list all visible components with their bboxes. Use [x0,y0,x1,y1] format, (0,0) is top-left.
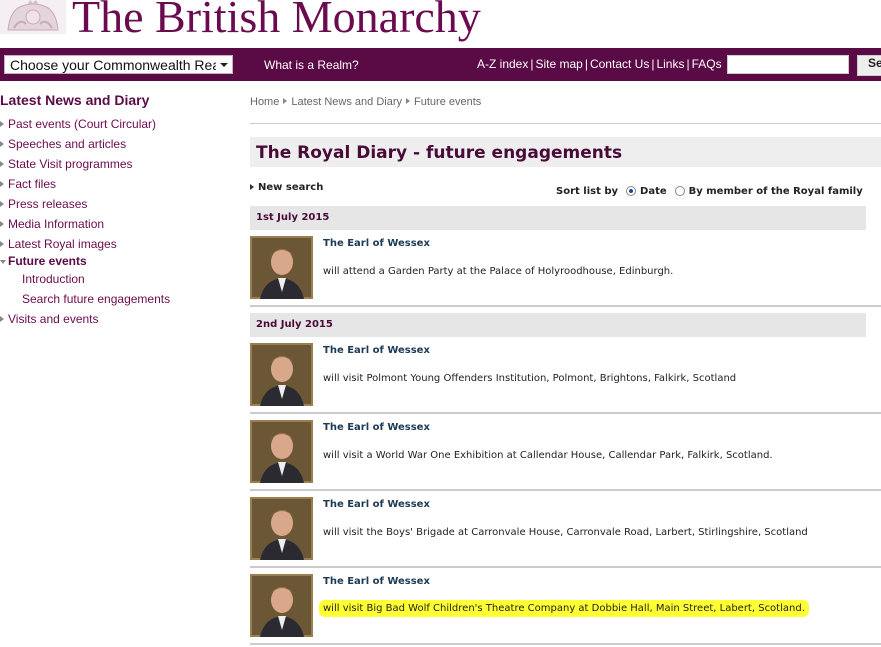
sidebar-title[interactable]: Latest News and Diary [0,92,230,110]
date-header: 2nd July 2015 [250,313,866,337]
triangle-right-icon [0,161,4,167]
sort-member-label[interactable]: By member of the Royal family [689,186,863,197]
sort-controls: Sort list by Date By member of the Royal f… [556,186,863,197]
sidebar-item-label: Past events (Court Circular) [8,117,157,131]
sidebar-item-label: Fact files [8,177,57,191]
portrait-thumbnail[interactable] [250,236,313,299]
sidebar-item-label: Speeches and articles [8,137,127,151]
portrait-thumbnail[interactable] [250,343,313,406]
date-label: 2nd July 2015 [256,319,333,330]
sidebar-item-visits-events[interactable]: Visits and events [0,309,230,329]
chevron-down-icon[interactable] [216,56,232,73]
site-map-link[interactable]: Site map [535,57,582,71]
sidebar-item-label: State Visit programmes [8,157,133,171]
sidebar-subitem-search-future[interactable]: Search future engagements [0,289,230,309]
divider [250,643,881,645]
sidebar-item-label: Latest Royal images [8,237,117,251]
sidebar-item-speeches[interactable]: Speeches and articles [0,134,230,154]
breadcrumb-news-diary[interactable]: Latest News and Diary [291,96,402,108]
sidebar-item-label: Press releases [8,197,88,211]
royal-member-name[interactable]: The Earl of Wessex [323,576,430,587]
portrait-thumbnail[interactable] [250,574,313,637]
sidebar: Latest News and Diary Past events (Court… [0,92,230,329]
contact-us-link[interactable]: Contact Us [590,57,649,71]
triangle-right-icon [0,241,4,247]
triangle-right-icon [0,181,4,187]
site-title[interactable]: The British Monarchy [72,0,481,43]
links-link[interactable]: Links [656,57,684,71]
breadcrumb-arrow-icon [283,98,288,104]
engagement-description: will attend a Garden Party at the Palace… [323,266,674,277]
sidebar-item-future-events[interactable]: Future events [0,254,230,269]
triangle-right-icon [0,221,4,227]
royal-crest-logo[interactable] [0,0,66,34]
sidebar-item-label: Visits and events [8,312,99,326]
triangle-right-icon [0,201,4,207]
breadcrumb: Home Latest News and Diary Future events [250,92,881,110]
new-search-link[interactable]: New search [250,182,323,193]
new-search-label: New search [258,182,324,193]
divider [250,412,881,414]
separator: | [686,57,690,71]
sidebar-item-press-releases[interactable]: Press releases [0,194,230,214]
sidebar-item-past-events[interactable]: Past events (Court Circular) [0,114,230,134]
breadcrumb-future-events[interactable]: Future events [414,96,481,108]
date-label: 1st July 2015 [256,212,330,223]
sidebar-item-label: Future events [8,254,87,268]
triangle-right-icon [250,184,254,190]
az-index-link[interactable]: A-Z index [477,57,528,71]
separator: | [651,57,655,71]
breadcrumb-home[interactable]: Home [250,96,279,108]
sort-label: Sort list by [556,186,619,197]
engagement-description: will visit a World War One Exhibition at… [323,450,773,461]
faqs-link[interactable]: FAQs [692,57,722,71]
realm-select[interactable]: Choose your Commonwealth Realm [4,55,233,74]
page-title-bar: The Royal Diary - future engagements [250,137,881,167]
royal-member-name[interactable]: The Earl of Wessex [323,499,430,510]
divider [250,566,881,568]
page-title: The Royal Diary - future engagements [256,143,623,163]
sort-date-label[interactable]: Date [640,186,667,197]
breadcrumb-arrow-icon [406,98,411,104]
portrait-thumbnail[interactable] [250,497,313,560]
sidebar-item-media-information[interactable]: Media Information [0,214,230,234]
date-header: 1st July 2015 [250,206,866,230]
sidebar-item-fact-files[interactable]: Fact files [0,174,230,194]
separator: | [530,57,534,71]
realm-select-value: Choose your Commonwealth Realm [10,57,233,73]
search-button[interactable]: Se [857,55,881,76]
triangle-down-icon [0,260,6,267]
royal-member-name[interactable]: The Earl of Wessex [323,345,430,356]
royal-member-name[interactable]: The Earl of Wessex [323,422,430,433]
sidebar-item-label: Media Information [8,217,105,231]
search-input[interactable] [727,55,849,74]
sidebar-subitem-introduction[interactable]: Introduction [0,269,230,289]
sidebar-item-royal-images[interactable]: Latest Royal images [0,234,230,254]
sort-member-radio[interactable] [674,186,685,196]
portrait-thumbnail[interactable] [250,420,313,483]
engagement-description: will visit the Boys' Brigade at Carronva… [323,527,808,538]
triangle-right-icon [0,121,4,127]
sidebar-item-state-visit[interactable]: State Visit programmes [0,154,230,174]
separator: | [584,57,588,71]
divider [250,305,881,307]
main-content: Home Latest News and Diary Future events T… [250,92,881,645]
site-header: The British Monarchy [0,0,881,48]
top-navbar: Choose your Commonwealth Realm What is a… [0,48,881,81]
utility-links: A-Z index | Site map | Contact Us | Links | FAQs [477,57,722,71]
royal-member-name[interactable]: The Earl of Wessex [323,238,430,249]
sort-date-radio[interactable] [626,186,637,196]
engagement-description-highlighted: will visit Big Bad Wolf Children's Theat… [319,600,809,617]
divider [250,489,881,491]
engagement-description: will visit Polmont Young Offenders Insti… [323,373,737,384]
divider [250,123,881,124]
triangle-right-icon [0,141,4,147]
triangle-right-icon [0,316,4,322]
what-is-realm-link[interactable]: What is a Realm? [264,58,359,72]
